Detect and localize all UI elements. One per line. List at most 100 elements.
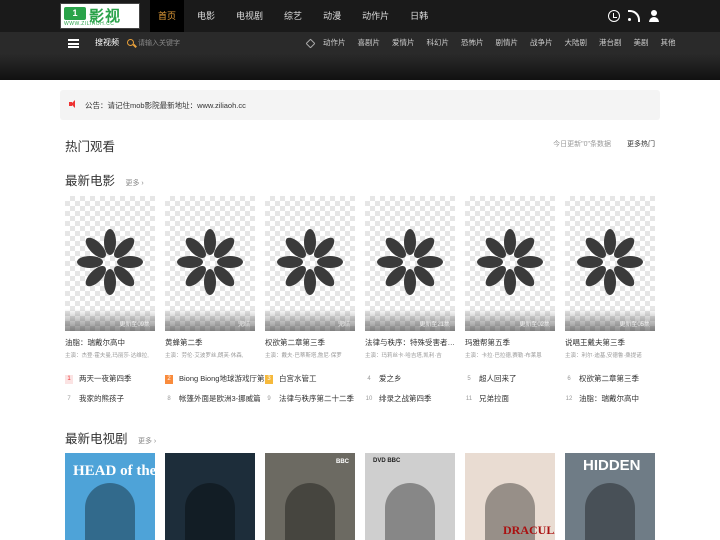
tv-card[interactable]: BBC <box>265 453 355 540</box>
genre-link[interactable]: 大陆剧 <box>565 37 588 48</box>
rank-title: 超人回来了 <box>479 374 517 383</box>
rank-item[interactable]: 5 超人回来了 <box>465 373 565 385</box>
episode-note: 更新至02集 <box>519 322 550 328</box>
genre-link[interactable]: 爱情片 <box>392 37 415 48</box>
rank-item[interactable]: 7 我家的熊孩子 <box>65 393 165 405</box>
tv-poster[interactable]: HEAD of the CLASS <box>65 453 155 540</box>
genre-link[interactable]: 喜剧片 <box>358 37 381 48</box>
genre-links: 动作片 喜剧片 爱情片 科幻片 恐怖片 剧情片 战争片 大陆剧 港台剧 美剧 其… <box>323 37 688 48</box>
genre-link[interactable]: 科幻片 <box>427 37 450 48</box>
more-hot-link[interactable]: 更多热门 <box>627 139 655 149</box>
rank-item[interactable]: 11 兄弟拉面 <box>465 393 565 405</box>
nav-variety[interactable]: 综艺 <box>276 0 310 32</box>
poster-figure <box>85 483 135 540</box>
movie-title[interactable]: 油脂：瑞戴尔高中 <box>65 337 155 348</box>
movies-title: 最新电影 <box>65 174 116 188</box>
movie-poster[interactable]: 完结 <box>165 196 255 331</box>
tv-card[interactable]: HEAD of the CLASS <box>65 453 155 540</box>
genre-link[interactable]: 剧情片 <box>496 37 519 48</box>
site-logo[interactable]: 1 影视 WWW.ZILIAOH.CC <box>60 3 140 29</box>
tv-poster[interactable]: DRACULA <box>465 453 555 540</box>
genre-link[interactable]: 美剧 <box>634 37 649 48</box>
rank-item[interactable]: 10 绯录之战第四季 <box>365 393 465 405</box>
tv-card[interactable] <box>165 453 255 540</box>
movie-poster[interactable]: 更新至02集 <box>465 196 555 331</box>
rank-item[interactable]: 9 法律与秩序第二十二季 <box>265 393 365 405</box>
tv-poster[interactable] <box>165 453 255 540</box>
episode-note: 完结 <box>237 322 250 328</box>
tv-section-header: 最新电视剧 更多 › <box>65 428 655 446</box>
menu-icon[interactable] <box>68 39 79 48</box>
movie-card[interactable]: 更新至02集 玛雅帮第五季 主演：卡拉·巴拉德,赛勒·布莱恩 <box>465 196 555 359</box>
movie-title[interactable]: 权欲第二章第三季 <box>265 337 355 348</box>
tv-poster[interactable]: BBC <box>265 453 355 540</box>
rank-item[interactable]: 3 白宫水管工 <box>265 373 365 385</box>
hot-section-header: 热门观看 今日更新"0"条数据 更多热门 <box>65 136 655 154</box>
tv-poster[interactable]: DVD BBC <box>365 453 455 540</box>
rank-item[interactable]: 1 两天一夜第四季 <box>65 373 165 385</box>
movie-title[interactable]: 法律与秩序：特殊受害者第二十四季 <box>365 337 455 348</box>
nav-home[interactable]: 首页 <box>150 0 185 32</box>
movie-poster[interactable]: 更新至21集 <box>365 196 455 331</box>
poster-figure <box>285 483 335 540</box>
speaker-icon <box>69 100 75 108</box>
genre-link[interactable]: 恐怖片 <box>461 37 484 48</box>
tv-poster[interactable]: HIDDEN <box>565 453 655 540</box>
movie-card[interactable]: 完结 权欲第二章第三季 主演：戴夫·巴蒂斯塔,詹尼·保罗 <box>265 196 355 359</box>
nav-movies[interactable]: 电影 <box>189 0 223 32</box>
tv-card[interactable]: DRACULA <box>465 453 555 540</box>
search-input[interactable] <box>138 37 228 49</box>
tv-more-link[interactable]: 更多 › <box>138 438 156 445</box>
rank-number: 8 <box>167 396 171 402</box>
rss-icon[interactable] <box>628 10 640 22</box>
user-icon[interactable] <box>648 10 660 22</box>
tv-card[interactable]: DVD BBC <box>365 453 455 540</box>
update-note: 今日更新"0"条数据 <box>553 141 611 148</box>
rank-item[interactable]: 2 Biong Biong地球游戏厅第二季 <box>165 373 265 385</box>
hot-title: 热门观看 <box>65 140 116 154</box>
rank-title: 我家的熊孩子 <box>79 394 124 403</box>
movie-cast: 主演：劳伦·艾波罗丝,朗芙·休森, <box>165 353 244 359</box>
movie-poster[interactable]: 更新至05集 <box>565 196 655 331</box>
rank-number: 7 <box>67 396 71 402</box>
rank-title: 权欲第二章第三季 <box>579 374 639 383</box>
genre-link[interactable]: 其他 <box>661 37 676 48</box>
movie-poster[interactable]: 完结 <box>265 196 355 331</box>
search-icon[interactable] <box>127 39 134 46</box>
nav-action[interactable]: 动作片 <box>354 0 397 32</box>
movie-card[interactable]: 更新至21集法律与秩序：特殊受害者第二十四季主演：玛莉丝卡·哈吉塔,凯利·吉 <box>365 196 455 359</box>
rank-number: 4 <box>367 376 371 382</box>
genre-link[interactable]: 动作片 <box>323 37 346 48</box>
search-label: 搜视频 <box>95 38 119 47</box>
rank-item[interactable]: 4 爱之乡 <box>365 373 465 385</box>
movie-title[interactable]: 玛雅帮第五季 <box>465 337 555 348</box>
movies-more-link[interactable]: 更多 › <box>125 180 143 187</box>
episode-note: 更新至09集 <box>119 322 150 328</box>
nav-tv[interactable]: 电视剧 <box>228 0 271 32</box>
rank-item[interactable]: 8 帐篷外面是欧洲3-挪威篇 <box>165 393 265 405</box>
genre-link[interactable]: 港台剧 <box>599 37 622 48</box>
movies-section-header: 最新电影 更多 › <box>65 170 655 188</box>
movie-poster[interactable]: 更新至09集 <box>65 196 155 331</box>
tv-card[interactable]: HIDDEN <box>565 453 655 540</box>
logo-mark: 1 <box>64 7 86 20</box>
movie-title[interactable]: 说唱王戴夫第三季 <box>565 337 655 348</box>
movie-card[interactable]: 更新至09集 油脂：瑞戴尔高中 主演：杰登·霍夫曼,玛丽莎·达维拉, <box>65 196 155 359</box>
nav-japan-korea[interactable]: 日韩 <box>402 0 436 32</box>
clock-icon[interactable] <box>608 10 620 22</box>
episode-note: 更新至05集 <box>619 322 650 328</box>
nav-anime[interactable]: 动漫 <box>315 0 349 32</box>
rank-number: 12 <box>565 396 573 402</box>
rank-item[interactable]: 6 权欲第二章第三季 <box>565 373 665 385</box>
genre-link[interactable]: 战争片 <box>530 37 553 48</box>
movie-card[interactable]: 完结黄蜂第二季主演：劳伦·艾波罗丝,朗芙·休森, <box>165 196 255 359</box>
rank-title: 两天一夜第四季 <box>79 374 132 383</box>
rank-title: 绯录之战第四季 <box>379 394 432 403</box>
rank-item[interactable]: 12 油脂：瑞戴尔高中 <box>565 393 665 405</box>
tv-list: HEAD of the CLASS BBC DVD BBC DRACULA HIDDEN <box>65 453 655 540</box>
rank-number: 5 <box>467 376 471 382</box>
rank-number: 1 <box>65 375 73 384</box>
movie-card[interactable]: 更新至05集 说唱王戴夫第三季 主演：利尔·迪基,安德鲁·桑提诺 <box>565 196 655 359</box>
tv-poster-text: DVD BBC <box>373 458 401 464</box>
movie-title[interactable]: 黄蜂第二季 <box>165 337 255 348</box>
